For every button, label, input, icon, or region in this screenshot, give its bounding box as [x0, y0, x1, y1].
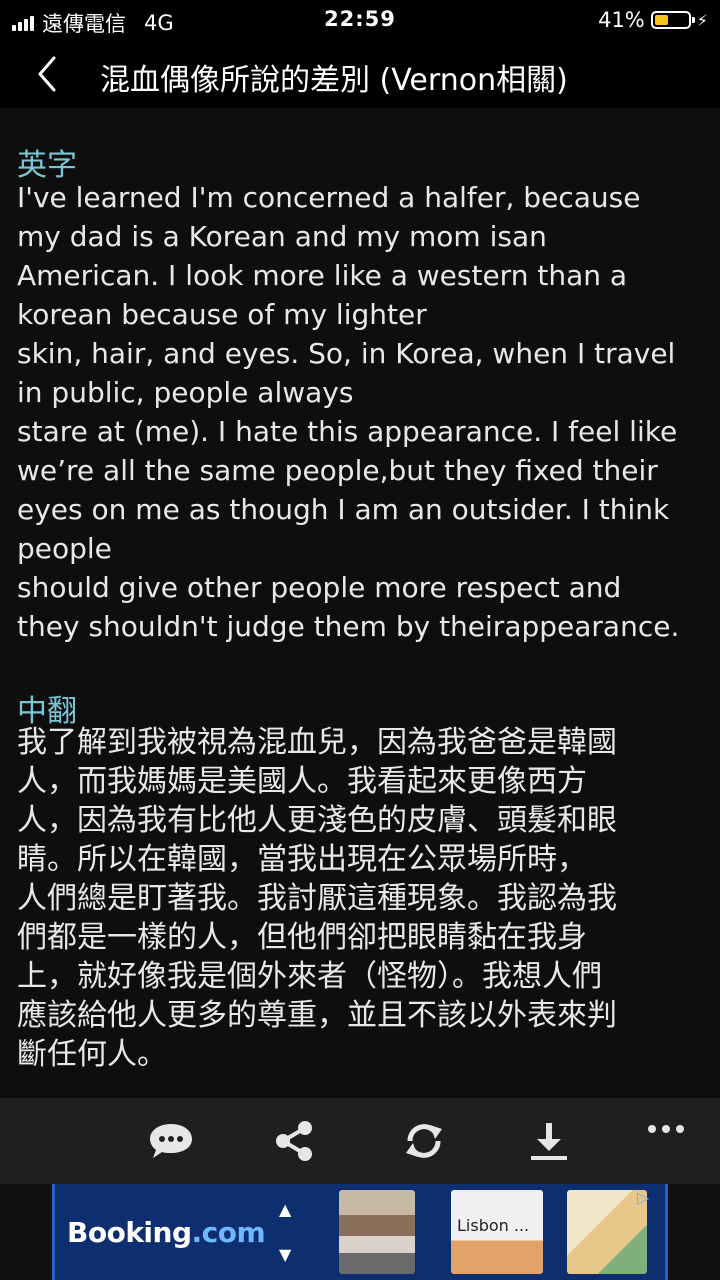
text-line: 人們總是盯著我。我討厭這種現象。我認為我 — [17, 881, 617, 916]
text-line: my dad is a Korean and my mom isan — [17, 220, 547, 253]
ad-choices-icon[interactable]: ▷ — [637, 1188, 659, 1208]
back-button[interactable] — [30, 50, 74, 98]
text-line: 我了解到我被視為混血兒，因為我爸爸是韓國 — [17, 725, 617, 760]
text-line: they shouldn't judge them by theirappear… — [17, 610, 680, 643]
ad-banner[interactable]: Booking.com ▲ ▼ Lisbon ... ▷ — [52, 1184, 668, 1280]
text-line: korean because of my lighter — [17, 298, 427, 331]
chinese-paragraph: 我了解到我被視為混血兒，因為我爸爸是韓國 人，而我媽媽是美國人。我看起來更像西方… — [17, 723, 707, 1074]
refresh-button[interactable] — [396, 1116, 452, 1166]
text-line: 應該給他人更多的尊重，並且不該以外表來判 — [17, 998, 617, 1033]
thumbnail-label: Lisbon ... — [457, 1216, 530, 1235]
text-line: people — [17, 532, 112, 565]
refresh-icon — [406, 1124, 442, 1158]
text-line: eyes on me as though I am an outsider. I… — [17, 493, 670, 526]
text-line: we’re all the same people,but they fixed… — [17, 454, 658, 487]
chevron-down-icon: ▼ — [279, 1245, 292, 1264]
hotel-thumbnail[interactable] — [567, 1190, 647, 1274]
ad-bar: Booking.com ▲ ▼ Lisbon ... ▷ — [0, 1184, 720, 1280]
text-line: 斷任何人。 — [17, 1037, 167, 1072]
text-line: 上，就好像我是個外來者（怪物）。我想人們 — [17, 959, 602, 994]
share-button[interactable] — [266, 1116, 322, 1166]
text-line: 睛。所以在韓國，當我出現在公眾場所時， — [17, 842, 587, 877]
comment-button[interactable] — [143, 1116, 199, 1166]
chevron-left-icon — [38, 56, 56, 92]
ad-logo: Booking.com — [67, 1216, 266, 1249]
more-button[interactable] — [638, 1104, 694, 1154]
share-icon — [276, 1121, 312, 1161]
text-line: I've learned I'm concerned a halfer, bec… — [17, 181, 641, 214]
text-line: American. I look more like a western tha… — [17, 259, 628, 292]
bottom-toolbar — [0, 1098, 720, 1184]
nav-bar: 混血偶像所說的差別 (Vernon相關) — [0, 40, 720, 108]
download-button[interactable] — [521, 1116, 577, 1166]
text-line: stare at (me). I hate this appearance. I… — [17, 415, 678, 448]
article-body: 英字 I've learned I'm concerned a halfer, … — [0, 108, 720, 1098]
battery-icon — [650, 11, 695, 29]
battery-percent: 41% — [598, 8, 645, 32]
text-line: skin, hair, and eyes. So, in Korea, when… — [17, 337, 676, 370]
charging-icon: ⚡ — [696, 10, 708, 30]
text-line: 人，因為我有比他人更淺色的皮膚、頭髮和眼 — [17, 803, 617, 838]
ad-scroll-arrows[interactable]: ▲ ▼ — [279, 1200, 299, 1264]
hotel-thumbnail[interactable]: Lisbon ... — [451, 1190, 543, 1274]
chevron-up-icon: ▲ — [279, 1200, 292, 1219]
comment-icon — [150, 1124, 192, 1158]
text-line: 們都是一樣的人，但他們卻把眼睛黏在我身 — [17, 920, 587, 955]
text-line: 人，而我媽媽是美國人。我看起來更像西方 — [17, 764, 587, 799]
text-line: in public, people always — [17, 376, 354, 409]
download-icon — [531, 1123, 567, 1160]
english-paragraph: I've learned I'm concerned a halfer, bec… — [17, 178, 707, 646]
hotel-thumbnail[interactable] — [339, 1190, 415, 1274]
more-icon — [648, 1125, 684, 1133]
status-right: 41% ⚡ — [598, 8, 708, 32]
battery-fill — [654, 15, 668, 25]
text-line: should give other people more respect an… — [17, 571, 622, 604]
page-title: 混血偶像所說的差別 (Vernon相關) — [100, 63, 568, 98]
status-bar: 遠傳電信 4G 22:59 41% ⚡ — [0, 0, 720, 40]
